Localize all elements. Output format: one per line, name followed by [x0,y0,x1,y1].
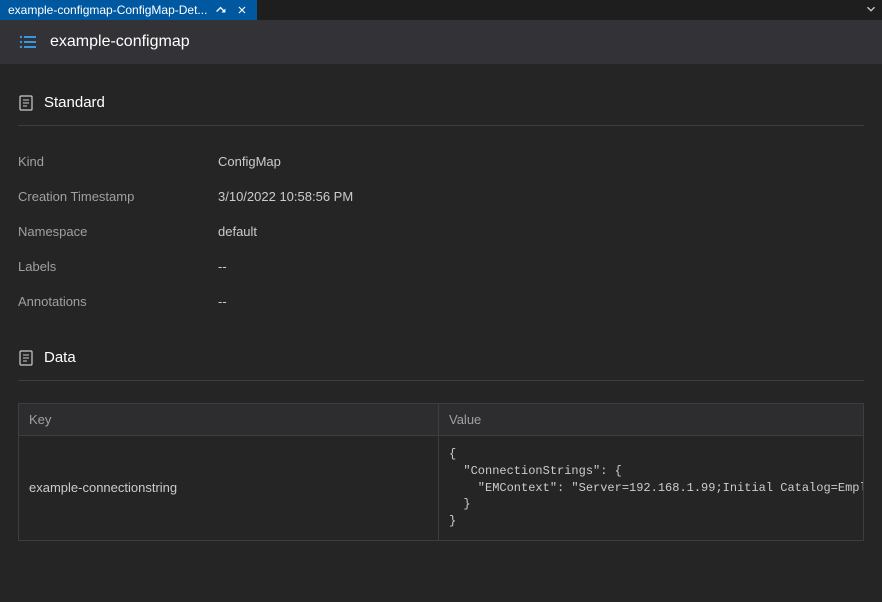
table-header: Key Value [19,404,863,436]
section-standard: Standard Kind ConfigMap Creation Timesta… [0,64,882,319]
field-value: default [218,224,257,239]
document-icon [18,95,34,111]
field-kind: Kind ConfigMap [18,144,864,179]
field-labels: Labels -- [18,249,864,284]
field-namespace: Namespace default [18,214,864,249]
tab-label: example-configmap-ConfigMap-Det... [8,3,207,17]
document-icon [18,350,34,366]
section-title-standard: Standard [44,94,105,111]
field-label: Labels [18,259,218,274]
section-data: Data Key Value example-connectionstring … [0,319,882,541]
section-header-standard: Standard [18,94,864,126]
page-header: example-configmap [0,20,882,64]
field-value: ConfigMap [218,154,281,169]
table-cell-value: { "ConnectionStrings": { "EMContext": "S… [439,436,863,540]
section-title-data: Data [44,349,76,366]
table-cell-key: example-connectionstring [19,436,439,540]
section-header-data: Data [18,349,864,381]
field-label: Creation Timestamp [18,189,218,204]
field-value: 3/10/2022 10:58:56 PM [218,189,353,204]
chevron-down-icon[interactable] [864,2,878,19]
table-header-key: Key [19,404,439,435]
data-table: Key Value example-connectionstring { "Co… [18,403,864,541]
page-title: example-configmap [50,33,190,51]
tab-active[interactable]: example-configmap-ConfigMap-Det... [0,0,257,20]
field-label: Annotations [18,294,218,309]
field-label: Kind [18,154,218,169]
content-area: example-configmap Standard Kind ConfigMa… [0,20,882,602]
field-label: Namespace [18,224,218,239]
table-header-value: Value [439,404,863,435]
field-creation-timestamp: Creation Timestamp 3/10/2022 10:58:56 PM [18,179,864,214]
standard-fields: Kind ConfigMap Creation Timestamp 3/10/2… [18,126,864,319]
field-value: -- [218,294,227,309]
list-icon [18,32,38,52]
field-annotations: Annotations -- [18,284,864,319]
field-value: -- [218,259,227,274]
tab-bar: example-configmap-ConfigMap-Det... [0,0,882,20]
pin-icon[interactable] [215,4,227,16]
table-row: example-connectionstring { "ConnectionSt… [19,436,863,540]
close-icon[interactable] [235,3,249,17]
